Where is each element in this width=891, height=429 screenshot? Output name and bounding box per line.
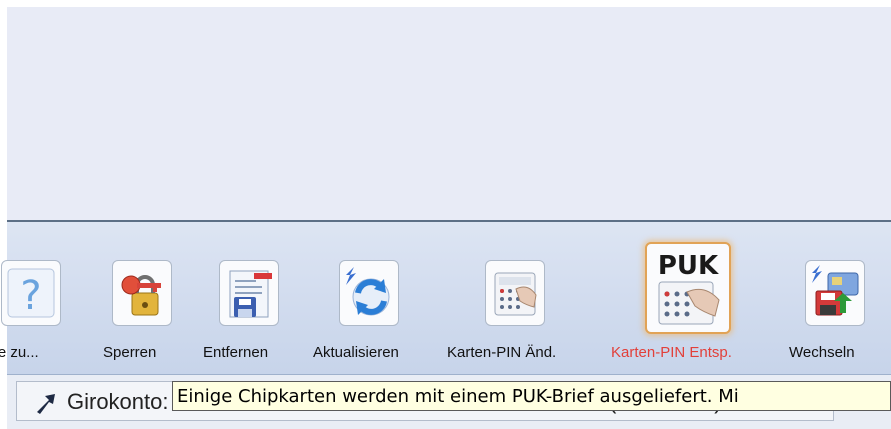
tooltip-text: Einige Chipkarten werden mit einem PUK-B… xyxy=(177,386,739,407)
lock-button[interactable]: Sperren xyxy=(97,222,187,374)
puk-badge: PUK xyxy=(658,251,719,281)
refresh-icon xyxy=(339,260,399,326)
remove-button[interactable]: Entfernen xyxy=(203,222,303,374)
unblock-pin-label: Karten-PIN Entsp. xyxy=(611,344,732,361)
tooltip: Einige Chipkarten werden mit einem PUK-B… xyxy=(172,381,891,411)
pin-arrow-icon xyxy=(37,394,55,414)
remove-label: Entfernen xyxy=(203,344,269,361)
lock-key-icon xyxy=(112,260,172,326)
switch-button[interactable]: Wechseln xyxy=(781,222,891,374)
refresh-button[interactable]: Aktualisieren xyxy=(311,222,441,374)
help-label: ilfe zu... xyxy=(0,344,39,361)
switch-label: Wechseln xyxy=(789,344,855,361)
help-button[interactable]: ? ilfe zu... xyxy=(0,222,77,374)
help-icon: ? xyxy=(1,260,61,326)
toolbar: ? ilfe zu... Sperren xyxy=(0,222,891,375)
lock-label: Sperren xyxy=(103,344,157,361)
switch-card-icon xyxy=(805,260,865,326)
content-area xyxy=(7,7,891,220)
svg-text:?: ? xyxy=(20,273,41,319)
refresh-label: Aktualisieren xyxy=(313,344,399,361)
change-pin-label: Karten-PIN Änd. xyxy=(447,344,557,361)
remove-document-icon xyxy=(219,260,279,326)
puk-icon: PUK xyxy=(645,242,731,334)
pin-keypad-icon xyxy=(485,260,545,326)
unblock-pin-button[interactable]: PUK Karten-PIN Entsp. xyxy=(603,222,783,374)
change-pin-button[interactable]: Karten-PIN Änd. xyxy=(443,222,603,374)
